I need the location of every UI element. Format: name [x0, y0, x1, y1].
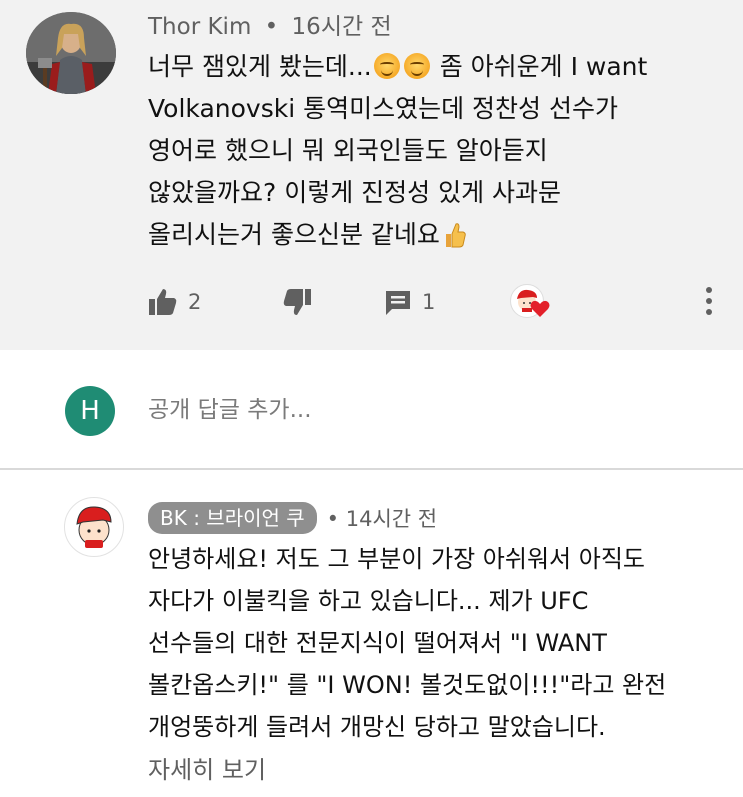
brian-avatar-image: [76, 506, 112, 548]
comment-line: 않았을까요? 이렇게 진정성 있게 사과문: [148, 178, 562, 207]
comment-text: 너무 잼있게 봤는데... 좀 아쉬운게 I want Volkanovski …: [148, 46, 728, 256]
reply-time[interactable]: • 14시간 전: [327, 503, 437, 533]
more-options-button[interactable]: [704, 284, 714, 322]
public-reply-input[interactable]: [148, 390, 708, 430]
author-line: Thor Kim • 16시간 전: [148, 10, 392, 44]
user-avatar: H: [65, 386, 115, 436]
comment-line-text: 좀 아쉬운게 I want: [439, 52, 648, 81]
comment-icon: [386, 291, 410, 315]
thumbs-down-icon: [283, 289, 311, 315]
reply-line: 안녕하세요! 저도 그 부분이 가장 아쉬워서 아직도: [148, 545, 645, 573]
like-count: 2: [188, 290, 202, 314]
comments-page: Thor Kim • 16시간 전 너무 잼있게 봤는데... 좀 아쉬운게 I…: [0, 0, 743, 797]
comment-actions: 2 1: [148, 282, 728, 322]
reply-count: 1: [422, 290, 436, 314]
comment-time[interactable]: 16시간 전: [292, 14, 392, 40]
thumbs-up-emoji-icon: [445, 223, 466, 248]
creator-author-chip[interactable]: BK : 브라이언 쿠: [148, 502, 317, 534]
top-comment: Thor Kim • 16시간 전 너무 잼있게 봤는데... 좀 아쉬운게 I…: [0, 0, 743, 350]
like-button[interactable]: 2: [148, 282, 201, 322]
thumbs-up-icon: [149, 289, 177, 315]
thor-avatar-image: [26, 12, 116, 94]
read-more-button[interactable]: 자세히 보기: [148, 750, 266, 790]
reply-text: 안녕하세요! 저도 그 부분이 가장 아쉬워서 아직도 자다가 이불킥을 하고 …: [148, 538, 738, 748]
dislike-button[interactable]: [282, 282, 312, 322]
smiling-face-emoji-icon: [373, 53, 400, 79]
comment-line: 영어로 했으니 뭐 외국인들도 알아듣지: [148, 136, 548, 165]
heart-icon: [530, 300, 550, 317]
smiling-face-emoji-icon: [403, 53, 430, 79]
reply-line: 자다가 이불킥을 하고 있습니다... 제가 UFC: [148, 587, 589, 615]
reply-line: 선수들의 대한 전문지식이 떨어져서 "I WANT: [148, 629, 607, 657]
comment-line-text: 너무 잼있게 봤는데...: [148, 52, 372, 81]
comment-line: 너무 잼있게 봤는데... 좀 아쉬운게 I want: [148, 46, 728, 88]
separator-dot: •: [264, 14, 279, 40]
author-name[interactable]: Thor Kim: [148, 14, 251, 40]
reply-line: 볼칸옵스키!" 를 "I WON! 볼것도없이!!!"라고 완전: [148, 671, 667, 699]
comment-line: 올리시는거 좋으신분 같네요: [148, 214, 728, 256]
reply-line: 개엉뚱하게 들려서 개망신 당하고 말았습니다.: [148, 713, 606, 741]
avatar[interactable]: [26, 12, 116, 94]
comment-line: Volkanovski 통역미스였는데 정찬성 선수가: [148, 94, 618, 123]
creator-heart: [510, 282, 552, 322]
more-vertical-icon: [706, 287, 712, 315]
reply-author-line: BK : 브라이언 쿠 • 14시간 전: [148, 500, 437, 536]
reply-input-row: H: [0, 350, 743, 470]
reply-author-avatar[interactable]: [64, 497, 124, 557]
reply-button[interactable]: 1: [384, 282, 435, 322]
comment-line-text: 올리시는거 좋으신분 같네요: [148, 220, 440, 249]
